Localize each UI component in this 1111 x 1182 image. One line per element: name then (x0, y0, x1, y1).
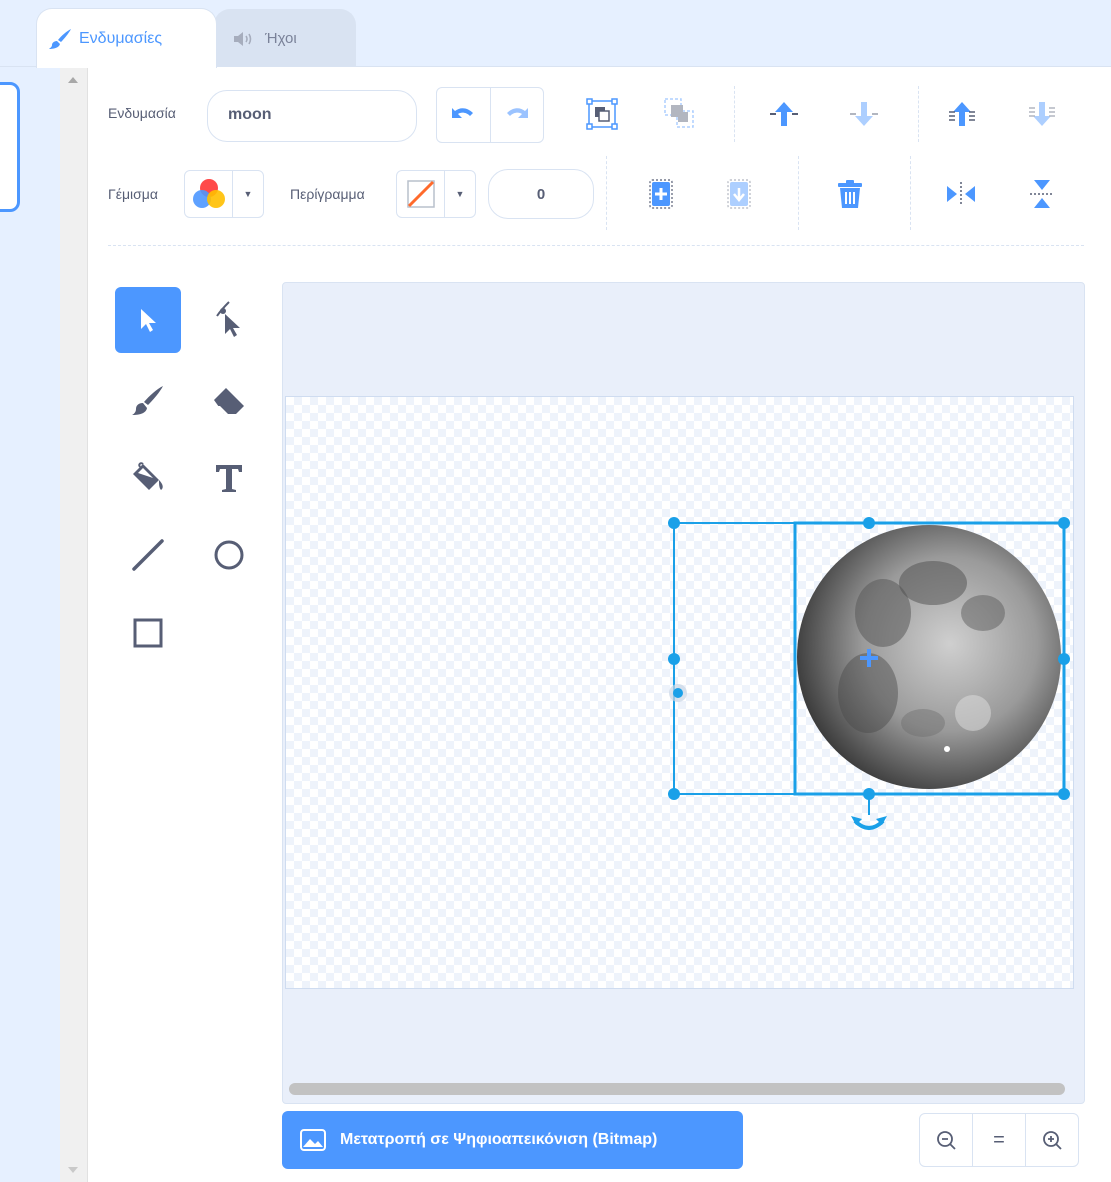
costume-list-panel (0, 67, 60, 1182)
back-icon (1029, 102, 1055, 126)
outline-swatch (397, 171, 445, 217)
costume-name-input[interactable]: moon (207, 90, 417, 142)
front-icon (949, 102, 975, 126)
flip-vertical-icon (1030, 180, 1054, 208)
selected-costume-thumbnail[interactable] (0, 82, 20, 212)
rectangle-tool[interactable] (115, 600, 181, 666)
ungroup-button[interactable] (662, 96, 698, 132)
undo-redo-group (436, 87, 544, 143)
group-button[interactable] (584, 96, 620, 132)
forward-icon (770, 102, 798, 126)
flip-horizontal-icon (947, 182, 975, 206)
reshape-icon (216, 301, 240, 337)
select-tool[interactable] (115, 287, 181, 353)
undo-button[interactable] (437, 88, 491, 142)
moon-image[interactable] (797, 525, 1061, 789)
group-icon (586, 98, 618, 130)
zoom-out-button[interactable] (920, 1114, 972, 1166)
zoom-out-icon (937, 1131, 956, 1150)
circle-tool[interactable] (196, 522, 262, 588)
delete-button[interactable] (834, 176, 866, 212)
outline-width-input[interactable]: 0 (488, 169, 594, 219)
copy-icon (649, 179, 673, 209)
outline-label: Περίγραμμα (290, 186, 365, 202)
zoom-in-icon (1043, 1131, 1062, 1150)
brush-icon (49, 28, 71, 49)
select-icon (141, 309, 156, 332)
backward-button[interactable] (846, 96, 882, 132)
eraser-icon (214, 388, 244, 414)
fill-tool[interactable] (115, 445, 181, 511)
line-icon (132, 539, 164, 571)
image-icon (300, 1129, 326, 1151)
redo-icon (506, 108, 528, 118)
eraser-tool[interactable] (196, 368, 262, 434)
costume-name-label: Ενδυμασία (108, 105, 176, 121)
costume-list-scrollbar[interactable] (60, 67, 88, 1182)
separator (606, 156, 607, 230)
no-outline-icon (406, 180, 435, 208)
front-button[interactable] (944, 96, 980, 132)
convert-to-bitmap-button[interactable]: Μετατροπή σε Ψηφιοαπεικόνιση (Bitmap) (282, 1111, 743, 1169)
copy-button[interactable] (646, 176, 676, 212)
scroll-up-icon[interactable] (68, 77, 78, 83)
reshape-tool[interactable] (196, 287, 262, 353)
brush-icon (132, 386, 163, 415)
fill-dropdown-icon[interactable]: ▼ (233, 189, 263, 199)
paste-icon (727, 179, 751, 209)
flip-vertical-button[interactable] (1026, 176, 1058, 212)
fill-label: Γέμισμα (108, 186, 158, 202)
rectangle-icon (133, 618, 163, 648)
backward-icon (850, 102, 878, 126)
line-tool[interactable] (115, 522, 181, 588)
trash-icon (838, 180, 862, 208)
paint-canvas-area[interactable] (282, 282, 1085, 1104)
separator (910, 156, 911, 230)
fill-color-picker[interactable]: ▼ (184, 170, 264, 218)
text-tool[interactable] (196, 445, 262, 511)
ungroup-icon (664, 98, 694, 128)
zoom-controls: = (919, 1113, 1079, 1167)
redo-button[interactable] (491, 88, 544, 142)
tab-costumes-label: Ενδυμασίες (79, 29, 163, 47)
rotation-center-icon[interactable] (669, 684, 687, 702)
rotate-handle-icon[interactable] (851, 794, 887, 830)
flip-horizontal-button[interactable] (944, 178, 978, 210)
separator (918, 86, 919, 142)
separator (798, 156, 799, 230)
brush-tool[interactable] (115, 368, 181, 434)
toolbar-divider (108, 245, 1084, 246)
convert-to-bitmap-label: Μετατροπή σε Ψηφιοαπεικόνιση (Bitmap) (340, 1131, 658, 1148)
color-swatch-icon (192, 179, 225, 208)
paint-bucket-icon (133, 462, 163, 490)
outline-color-picker[interactable]: ▼ (396, 170, 476, 218)
scroll-down-icon[interactable] (68, 1167, 78, 1173)
zoom-reset-button[interactable]: = (972, 1114, 1025, 1166)
undo-icon (452, 108, 474, 118)
text-icon (216, 465, 242, 492)
tab-costumes[interactable]: Ενδυμασίες (36, 8, 217, 68)
forward-button[interactable] (766, 96, 802, 132)
tab-sounds-label: Ήχοι (265, 30, 297, 47)
circle-icon (214, 540, 244, 570)
tab-sounds[interactable]: Ήχοι (214, 9, 356, 67)
speaker-icon (234, 31, 252, 46)
paste-button[interactable] (724, 176, 754, 212)
zoom-in-button[interactable] (1025, 1114, 1078, 1166)
selection-overlay (668, 517, 1070, 830)
separator (734, 86, 735, 142)
canvas-horizontal-scrollbar[interactable] (289, 1083, 1065, 1095)
fill-swatch (185, 171, 233, 217)
outline-dropdown-icon[interactable]: ▼ (445, 189, 475, 199)
back-button[interactable] (1024, 96, 1060, 132)
